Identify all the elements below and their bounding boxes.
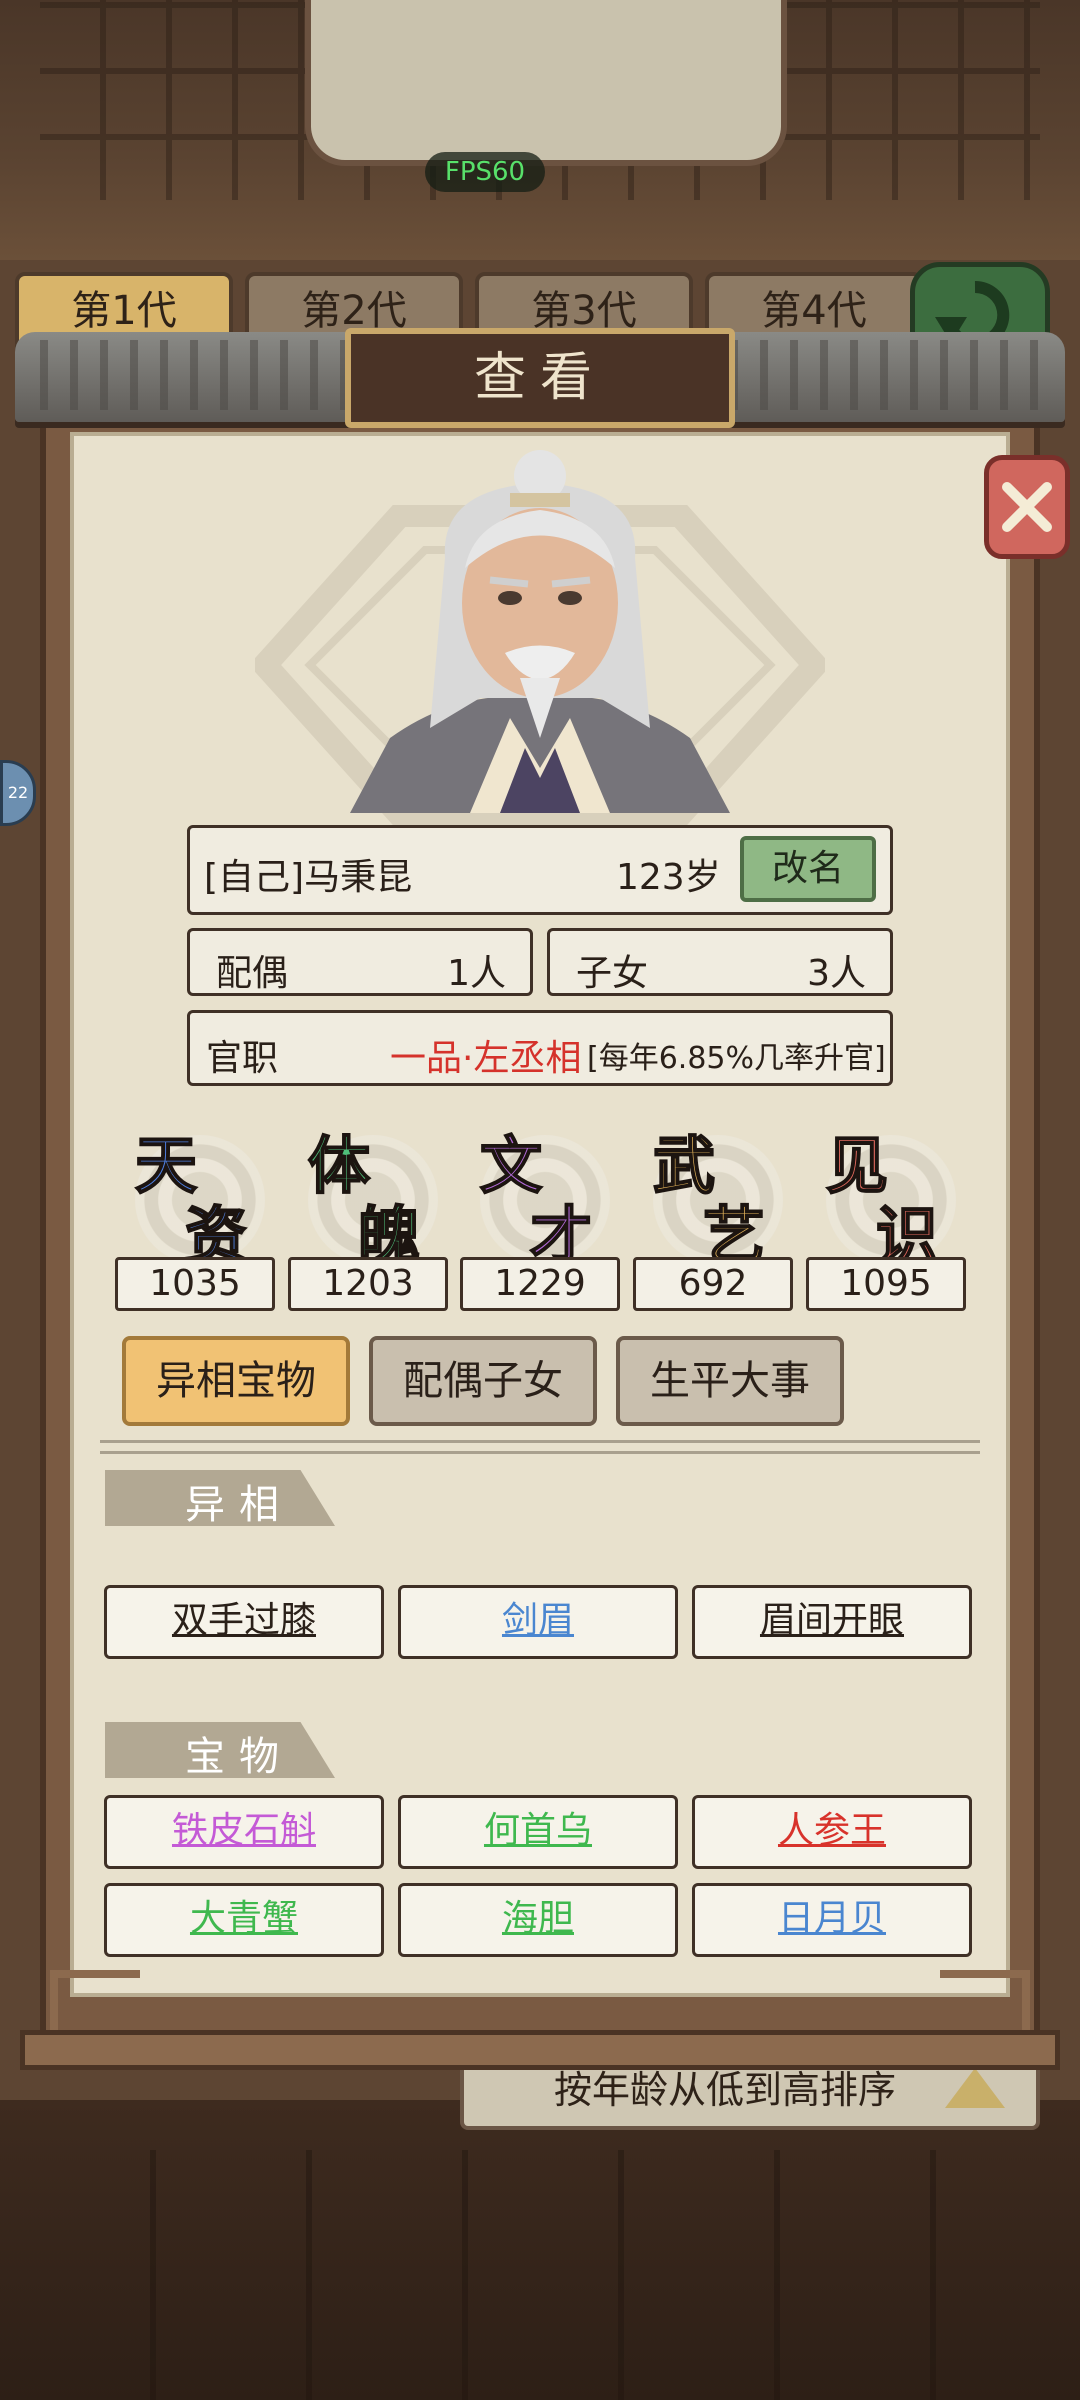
spouse-row: 配偶 1人 <box>187 928 533 996</box>
spouse-label: 配偶 <box>216 953 289 994</box>
frame-corner-left <box>50 1970 140 2030</box>
tab-traits-treasures[interactable]: 异相宝物 <box>122 1336 350 1426</box>
trait-item[interactable]: 双手过膝 <box>104 1585 384 1659</box>
stat-literary-value: 1229 <box>460 1257 620 1311</box>
side-badge-label: 22 <box>7 783 29 802</box>
fps-counter: FPS60 <box>425 152 545 192</box>
treasure-item[interactable]: 人参王 <box>692 1795 972 1869</box>
spouse-count: 1人 <box>447 953 506 994</box>
frame-corner-right <box>940 1970 1030 2030</box>
dialog-base <box>20 2030 1060 2070</box>
dialog-title: 查看 <box>345 328 735 428</box>
character-portrait <box>350 450 730 813</box>
stat-knowledge-value: 1095 <box>806 1257 966 1311</box>
rename-button[interactable]: 改名 <box>740 836 876 902</box>
trait-item[interactable]: 剑眉 <box>398 1585 678 1659</box>
treasure-item[interactable]: 大青蟹 <box>104 1883 384 1957</box>
wall-painting <box>305 0 787 166</box>
treasures-section-title: 宝物 <box>185 1734 293 1780</box>
treasure-item[interactable]: 何首乌 <box>398 1795 678 1869</box>
children-count: 3人 <box>807 953 866 994</box>
official-label: 官职 <box>206 1038 279 1079</box>
section-divider <box>100 1440 980 1454</box>
tab-life-events[interactable]: 生平大事 <box>616 1336 844 1426</box>
official-rank-row: 官职 一品·左丞相 [每年6.85%几率升官] <box>187 1010 893 1086</box>
character-age: 123岁 <box>616 857 721 898</box>
official-value: 一品·左丞相 <box>390 1038 582 1079</box>
sort-triangle-icon <box>945 2068 1005 2108</box>
close-button[interactable] <box>984 455 1070 559</box>
children-row: 子女 3人 <box>547 928 893 996</box>
trait-item[interactable]: 眉间开眼 <box>692 1585 972 1659</box>
stat-physique-value: 1203 <box>288 1257 448 1311</box>
promotion-chance: [每年6.85%几率升官] <box>587 1041 886 1076</box>
children-label: 子女 <box>576 953 649 994</box>
close-icon <box>1002 482 1052 532</box>
tab-spouse-children[interactable]: 配偶子女 <box>369 1336 597 1426</box>
traits-section-title: 异相 <box>185 1482 293 1528</box>
stat-martial-value: 692 <box>633 1257 793 1311</box>
treasure-item[interactable]: 日月贝 <box>692 1883 972 1957</box>
character-name: [自己]马秉昆 <box>204 857 413 898</box>
side-badge[interactable]: 22 <box>0 760 36 826</box>
treasure-item[interactable]: 铁皮石斛 <box>104 1795 384 1869</box>
treasure-item[interactable]: 海胆 <box>398 1883 678 1957</box>
floor-planks <box>0 2150 1080 2400</box>
stat-talent-value: 1035 <box>115 1257 275 1311</box>
